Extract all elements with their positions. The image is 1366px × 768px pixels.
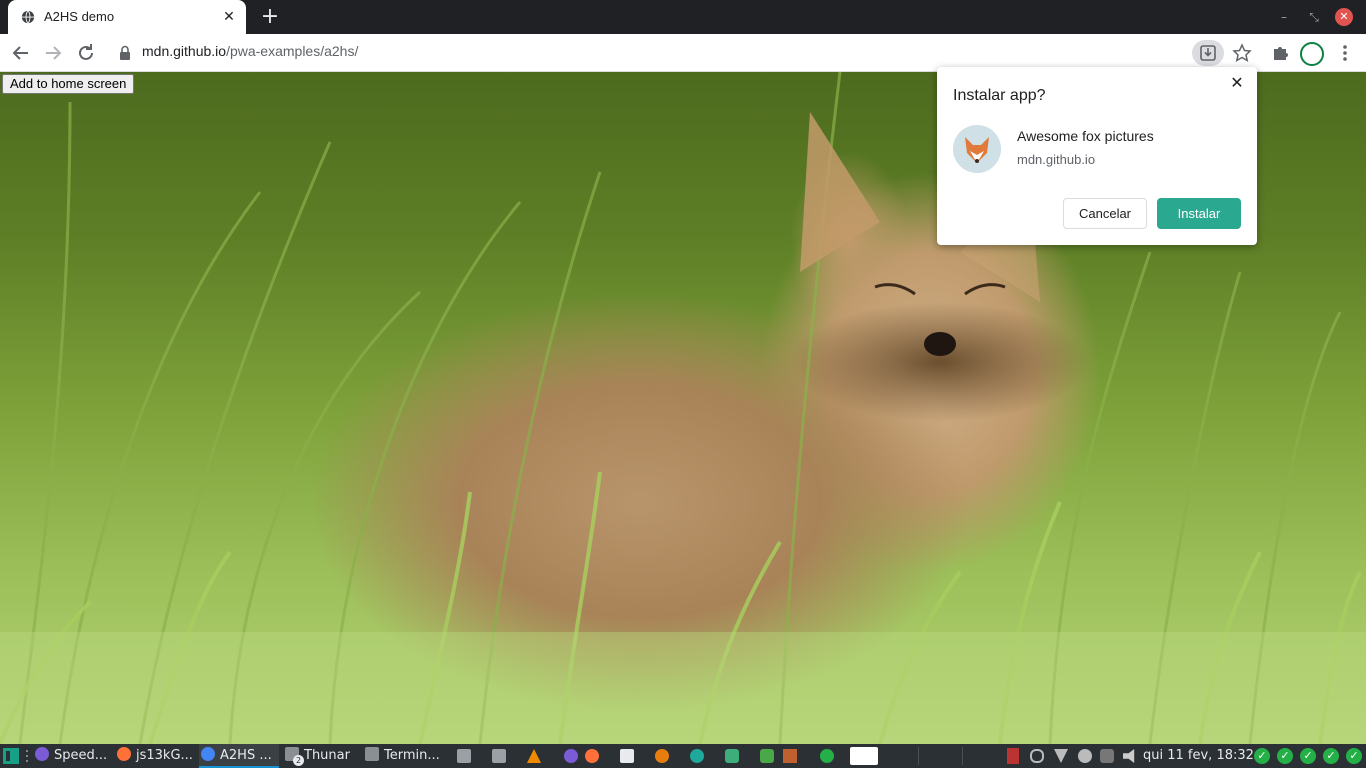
url-host: mdn.github.io [142, 43, 227, 59]
reload-button[interactable] [73, 40, 99, 66]
taskbar-item-speedcrunch[interactable]: Speed... [35, 744, 111, 768]
taskbar-item-terminal[interactable]: Termin... [365, 744, 447, 768]
chrome-icon [201, 747, 215, 761]
separator [962, 747, 963, 765]
app-name: Awesome fox pictures [1017, 128, 1154, 144]
check-icon[interactable]: ✓ [1254, 748, 1270, 764]
chrome-launcher-icon[interactable] [850, 747, 878, 765]
add-to-home-screen-button[interactable]: Add to home screen [2, 74, 135, 94]
text-editor-icon[interactable] [620, 749, 634, 763]
info-icon[interactable] [1078, 749, 1092, 763]
taskbar-item-thunar[interactable]: Thunar 2 [285, 744, 355, 768]
new-tab-button[interactable]: + [258, 5, 282, 29]
vlc-icon[interactable] [527, 749, 541, 763]
tab-a2hs-demo[interactable]: A2HS demo ✕ [8, 0, 246, 34]
window-count-badge: 2 [293, 755, 304, 766]
dialog-title: Instalar app? [953, 87, 1046, 104]
check-icon[interactable]: ✓ [1277, 748, 1293, 764]
file-manager-launcher-icon[interactable] [457, 749, 471, 763]
globe-icon [21, 10, 35, 24]
firefox-launcher-icon[interactable] [585, 749, 599, 763]
fox-icon [953, 125, 1001, 173]
install-button[interactable]: Instalar [1157, 198, 1241, 229]
window-close-icon[interactable]: ✕ [1335, 8, 1353, 26]
kebab-menu-icon [1343, 45, 1347, 61]
game-icon[interactable] [760, 749, 774, 763]
url-path: /pwa-examples/a2hs/ [226, 43, 359, 59]
speedcrunch-launcher-icon[interactable] [564, 749, 578, 763]
bluetooth-icon[interactable] [1100, 749, 1114, 763]
install-app-dialog: Instalar app? ✕ Awesome fox pictures mdn… [937, 67, 1257, 245]
extensions-button[interactable] [1267, 40, 1295, 66]
update-icon[interactable] [820, 749, 834, 763]
taskbar-item-chrome[interactable]: A2HS ... [199, 744, 279, 768]
check-icon[interactable]: ✓ [1323, 748, 1339, 764]
tab-title: A2HS demo [44, 9, 115, 24]
taskbar-item-label: Thunar [304, 748, 350, 763]
app-origin: mdn.github.io [1017, 152, 1096, 167]
taskbar-item-firefox[interactable]: js13kG... [117, 744, 197, 768]
firefox-icon [117, 747, 131, 761]
volume-icon[interactable] [1123, 749, 1135, 763]
grip-icon [26, 750, 28, 762]
install-icon [1200, 45, 1216, 61]
cpu-monitor-icon[interactable] [1007, 748, 1019, 764]
tab-strip: A2HS demo ✕ + – ⤡ ✕ [0, 0, 1366, 34]
wifi-icon[interactable] [1054, 749, 1068, 763]
tab-close-icon[interactable]: ✕ [220, 8, 238, 26]
check-icon[interactable]: ✓ [1300, 748, 1316, 764]
paperclip-icon[interactable] [1030, 749, 1044, 763]
reload-icon [79, 44, 93, 60]
forward-button[interactable] [40, 40, 66, 66]
app-launcher-icon[interactable] [725, 749, 739, 763]
lock-icon[interactable] [117, 44, 133, 62]
taskbar-clock[interactable]: qui 11 fev, 18:32 [1143, 744, 1254, 768]
taskbar-item-label: Speed... [54, 748, 108, 763]
profile-avatar[interactable] [1300, 42, 1324, 66]
terminal-icon [365, 747, 379, 761]
taskbar-item-label: A2HS ... [220, 748, 272, 763]
star-icon [1232, 43, 1252, 62]
check-icon[interactable]: ✓ [1346, 748, 1362, 764]
taskbar-item-label: Termin... [384, 748, 440, 763]
arrow-left-icon [12, 46, 28, 60]
bookmark-star-button[interactable] [1228, 40, 1256, 66]
app-icon [953, 125, 1001, 173]
taskbar-item-label: js13kG... [136, 748, 193, 763]
separator [918, 747, 919, 765]
start-menu-icon[interactable] [3, 748, 19, 764]
cancel-button[interactable]: Cancelar [1063, 198, 1147, 229]
speedcrunch-icon [35, 747, 49, 761]
taskbar: Speed... js13kG... A2HS ... Thunar 2 Ter… [0, 744, 1366, 768]
terminal-launcher-icon[interactable] [492, 749, 506, 763]
menu-button[interactable] [1331, 40, 1359, 66]
restore-icon[interactable]: ⤡ [1305, 8, 1323, 26]
puzzle-icon [1274, 47, 1288, 60]
screen: { "browser": { "tab_title": "A2HS demo",… [0, 0, 1366, 768]
address-bar[interactable]: mdn.github.io/pwa-examples/a2hs/ [142, 43, 358, 59]
inkscape-icon[interactable] [690, 749, 704, 763]
blender-icon[interactable] [655, 749, 669, 763]
install-app-button[interactable] [1192, 40, 1224, 66]
striped-app-icon[interactable] [783, 749, 797, 763]
arrow-right-icon [46, 46, 62, 60]
minimize-icon[interactable]: – [1275, 8, 1293, 26]
dialog-close-icon[interactable]: ✕ [1227, 73, 1247, 93]
back-button[interactable] [8, 40, 34, 66]
